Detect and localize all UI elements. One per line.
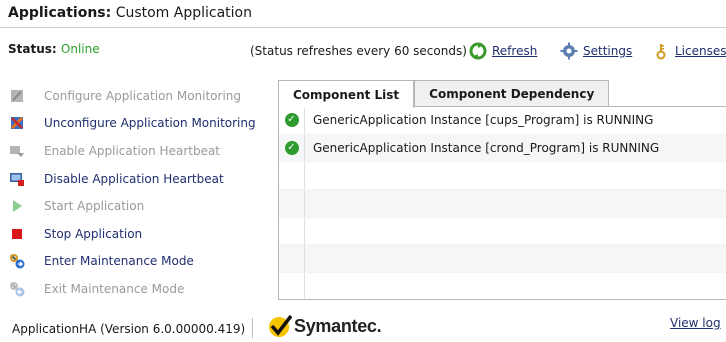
view-log-link[interactable]: View log bbox=[670, 316, 721, 330]
action-label: Stop Application bbox=[44, 226, 143, 241]
start-application-action[interactable]: Start Application bbox=[8, 192, 268, 220]
component-tabs: Component List Component Dependency bbox=[278, 80, 610, 108]
configure-monitoring-action[interactable]: Configure Application Monitoring bbox=[8, 82, 268, 110]
start-icon bbox=[8, 197, 26, 215]
component-list-panel: ✓ GenericApplication Instance [cups_Prog… bbox=[278, 106, 726, 300]
enable-heartbeat-action[interactable]: Enable Application Heartbeat bbox=[8, 137, 268, 165]
version-info: ApplicationHA (Version 6.0.00000.419) bbox=[12, 322, 246, 336]
title-prefix: Applications: bbox=[8, 5, 112, 21]
action-label: Exit Maintenance Mode bbox=[44, 281, 185, 296]
list-item[interactable]: ✓ GenericApplication Instance [crond_Pro… bbox=[279, 134, 726, 163]
status-label: Status: Online bbox=[8, 42, 100, 56]
licenses-link[interactable]: Licenses bbox=[652, 42, 726, 60]
action-label: Disable Application Heartbeat bbox=[44, 171, 224, 186]
list-item bbox=[279, 273, 726, 299]
list-item bbox=[279, 217, 726, 246]
enter-maintenance-icon bbox=[8, 252, 26, 270]
stop-icon bbox=[8, 225, 26, 243]
exit-maintenance-action[interactable]: Exit Maintenance Mode bbox=[8, 275, 268, 303]
component-status-text: GenericApplication Instance [cups_Progra… bbox=[313, 113, 654, 128]
configure-icon bbox=[8, 87, 26, 105]
component-status-text: GenericApplication Instance [crond_Progr… bbox=[313, 141, 660, 156]
list-item[interactable]: ✓ GenericApplication Instance [cups_Prog… bbox=[279, 107, 726, 135]
action-label: Start Application bbox=[44, 199, 145, 214]
enable-heartbeat-icon bbox=[8, 142, 26, 160]
state-cell bbox=[279, 162, 305, 190]
settings-label[interactable]: Settings bbox=[583, 44, 632, 58]
enter-maintenance-action[interactable]: Enter Maintenance Mode bbox=[8, 248, 268, 276]
disable-heartbeat-icon bbox=[8, 170, 26, 188]
refresh-label[interactable]: Refresh bbox=[492, 44, 537, 58]
status-label-text: Status: bbox=[8, 42, 57, 56]
list-item bbox=[279, 190, 726, 218]
gear-icon bbox=[560, 42, 578, 60]
state-cell bbox=[279, 217, 305, 245]
tab-component-dependency[interactable]: Component Dependency bbox=[414, 80, 610, 107]
settings-link[interactable]: Settings bbox=[560, 42, 632, 60]
disable-heartbeat-action[interactable]: Disable Application Heartbeat bbox=[8, 165, 268, 193]
action-list: Configure Application Monitoring Unconfi… bbox=[8, 82, 268, 303]
page-header: Applications: Custom Application bbox=[0, 0, 726, 28]
symantec-logo: Symantec. bbox=[266, 314, 382, 338]
check-icon: ✓ bbox=[284, 141, 299, 156]
key-icon bbox=[656, 44, 666, 60]
licenses-label[interactable]: Licenses bbox=[675, 44, 726, 58]
unconfigure-monitoring-action[interactable]: Unconfigure Application Monitoring bbox=[8, 110, 268, 138]
footer-divider bbox=[252, 318, 253, 338]
exit-maintenance-icon bbox=[8, 280, 26, 298]
title-application-name: Custom Application bbox=[115, 5, 252, 21]
action-label: Configure Application Monitoring bbox=[44, 88, 242, 103]
state-cell bbox=[279, 273, 305, 299]
tab-component-list[interactable]: Component List bbox=[278, 80, 415, 108]
state-cell bbox=[279, 245, 305, 273]
refresh-icon bbox=[469, 42, 487, 60]
refresh-link[interactable]: Refresh bbox=[469, 42, 537, 60]
unconfigure-icon bbox=[8, 114, 26, 132]
action-label: Unconfigure Application Monitoring bbox=[44, 116, 256, 131]
check-icon: ✓ bbox=[284, 113, 299, 128]
brand-wordmark: Symantec. bbox=[294, 315, 382, 336]
action-label: Enter Maintenance Mode bbox=[44, 254, 194, 269]
refresh-note: (Status refreshes every 60 seconds) bbox=[250, 44, 467, 58]
state-cell bbox=[279, 190, 305, 217]
stop-application-action[interactable]: Stop Application bbox=[8, 220, 268, 248]
state-cell: ✓ bbox=[279, 134, 305, 162]
status-bar: Status: Online (Status refreshes every 6… bbox=[0, 40, 726, 62]
list-item bbox=[279, 162, 726, 191]
checkmark-logo-icon bbox=[269, 314, 292, 337]
action-label: Enable Application Heartbeat bbox=[44, 143, 221, 158]
list-item bbox=[279, 245, 726, 274]
state-cell: ✓ bbox=[279, 107, 305, 134]
status-value: Online bbox=[60, 42, 100, 56]
page-title: Applications: Custom Application bbox=[8, 5, 252, 21]
